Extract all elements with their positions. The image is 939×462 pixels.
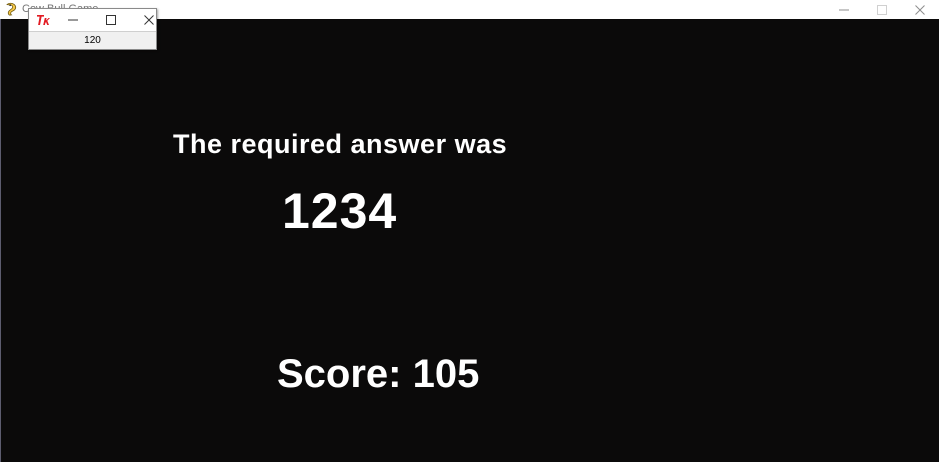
score-text: Score: 105: [277, 352, 480, 396]
close-icon: [915, 4, 925, 15]
tk-titlebar[interactable]: [29, 9, 156, 31]
tk-minimize-button[interactable]: [54, 9, 92, 31]
tk-window-body: 120: [29, 31, 156, 49]
main-minimize-button[interactable]: [825, 0, 863, 19]
main-window: Cow Bull Game The required answer: [0, 0, 939, 462]
minimize-icon: [68, 19, 78, 21]
minimize-icon: [839, 9, 849, 10]
timer-label: 120: [84, 35, 101, 46]
tk-feather-icon: [37, 15, 50, 25]
tk-maximize-button[interactable]: [92, 9, 130, 31]
answer-heading: The required answer was: [173, 129, 508, 159]
tk-close-button[interactable]: [130, 9, 156, 31]
main-maximize-button[interactable]: [863, 0, 901, 19]
maximize-icon: [877, 4, 887, 15]
maximize-icon: [106, 15, 116, 25]
game-canvas[interactable]: The required answer was 1234 Score: 105: [1, 19, 939, 462]
main-window-controls: [825, 0, 939, 19]
close-icon: [144, 15, 154, 25]
required-answer: 1234: [282, 183, 398, 239]
main-close-button[interactable]: [901, 0, 939, 19]
tk-popup-window[interactable]: 120: [28, 8, 157, 50]
pygame-snake-icon: [6, 2, 17, 16]
tk-window-controls: [54, 9, 156, 31]
